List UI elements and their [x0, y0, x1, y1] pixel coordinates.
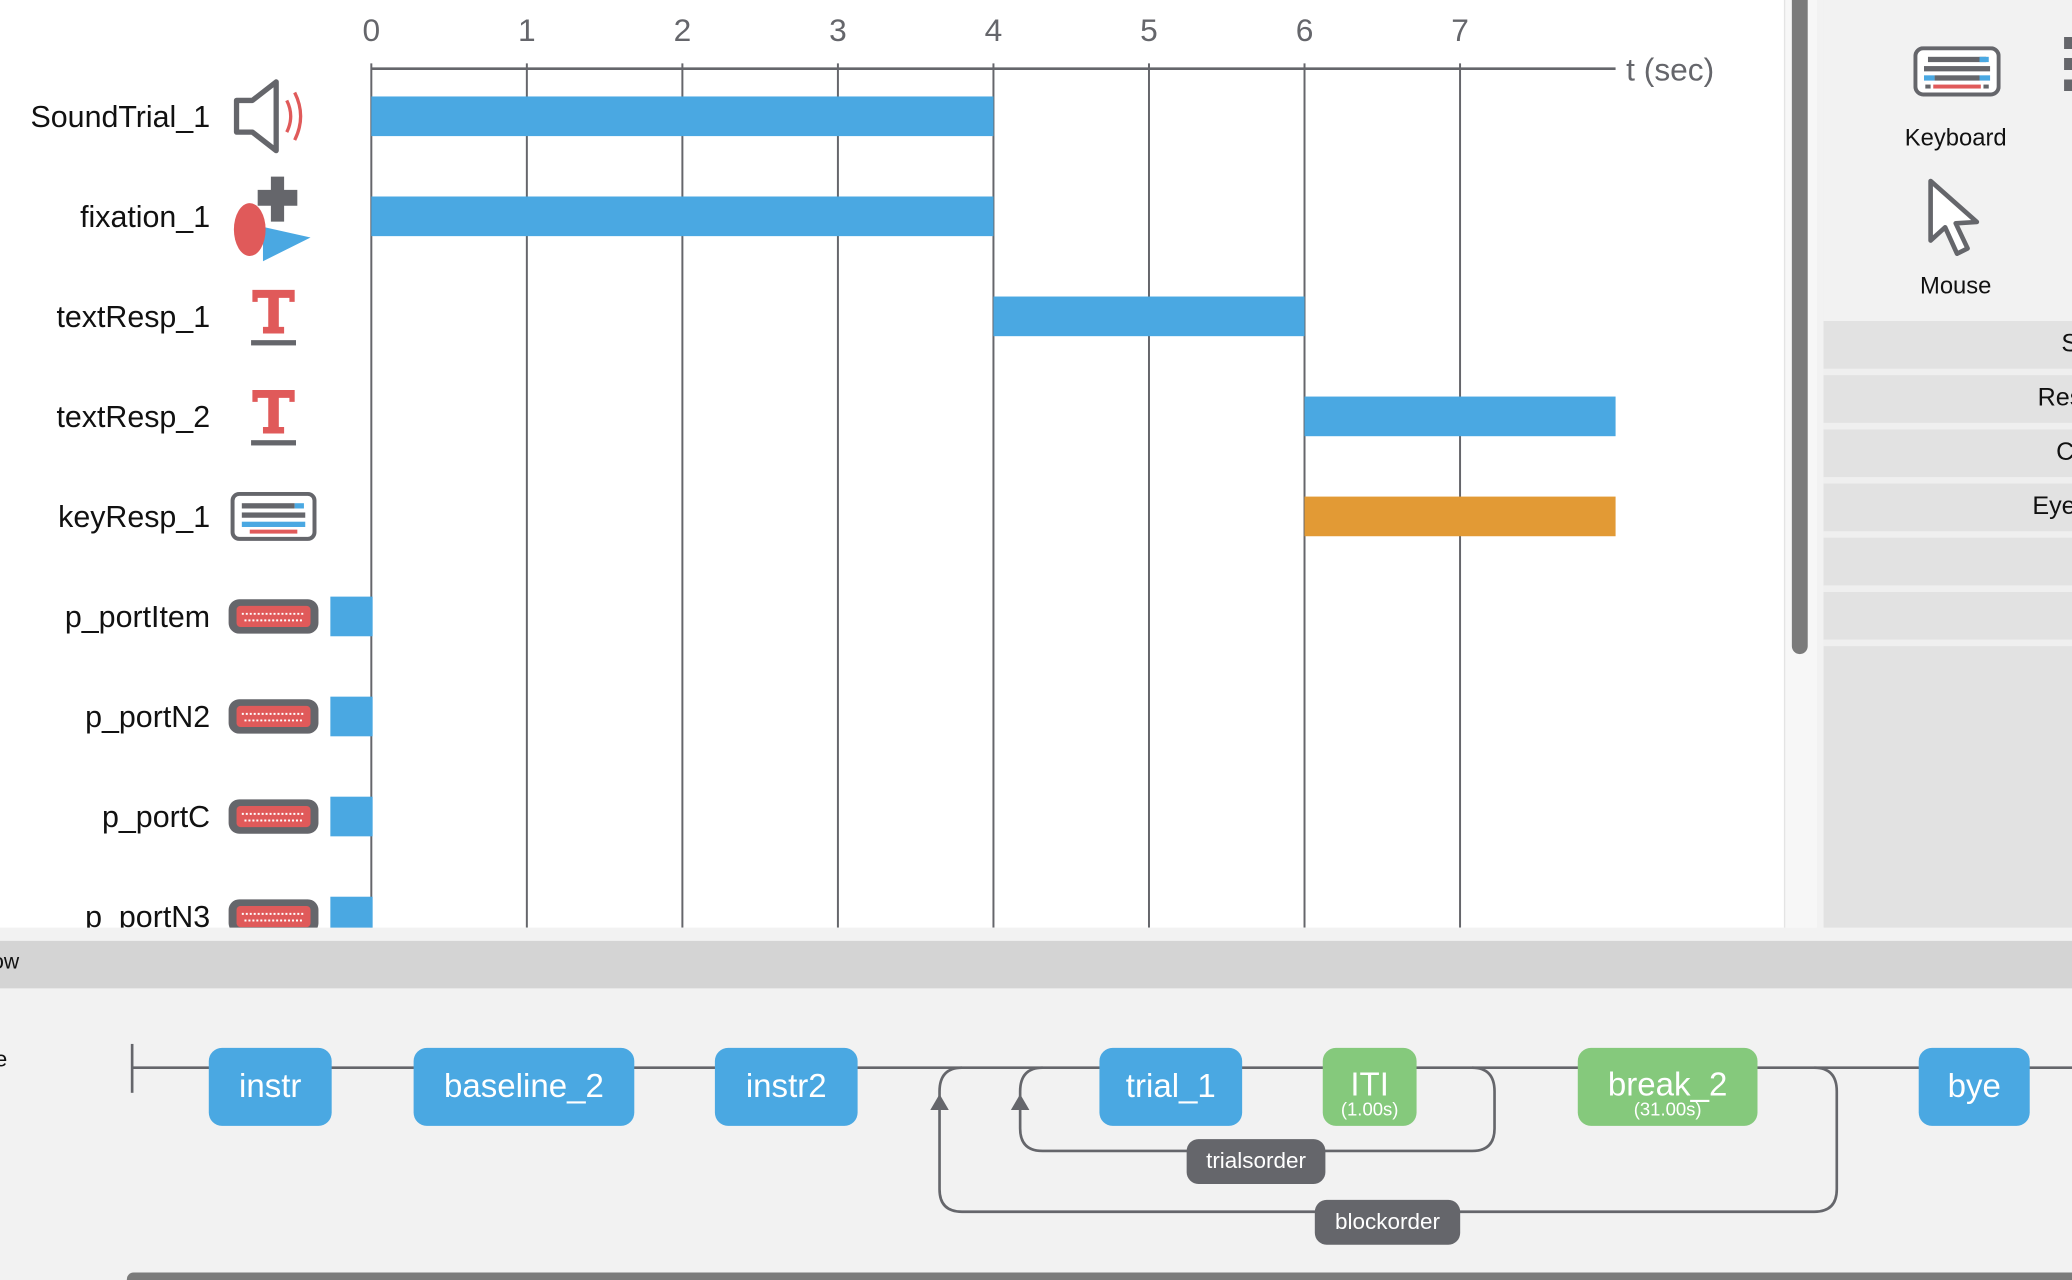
- underline: [251, 440, 297, 446]
- category-eyetracking[interactable]: Eye: [1823, 483, 2072, 538]
- timeline-marker: [330, 796, 373, 837]
- mouse-cursor-icon: [1928, 178, 1980, 257]
- x-tick-label: 7: [1451, 12, 1469, 48]
- category-stimuli[interactable]: S: [1823, 321, 2072, 376]
- flow-routine-trial-1[interactable]: trial_1: [1099, 1047, 1243, 1126]
- timeline-marker: [330, 696, 373, 737]
- port-body: [236, 805, 311, 828]
- timeline-bar: [371, 96, 994, 137]
- flow-panel: e instr baseline_2 instr2 trial_1 ITI(1.…: [0, 988, 2072, 1266]
- loop-arrow-icon: [930, 1094, 949, 1111]
- routine-timeline: 0 1 2 3 4 5 6 7 t (sec) SoundTrial_1 fixation_1tex…: [0, 0, 1784, 928]
- timeline-bar: [1304, 396, 1616, 437]
- speaker-body: [233, 79, 279, 154]
- parallel-port-icon: [228, 799, 319, 834]
- flow-routine-baseline-2[interactable]: baseline_2: [413, 1047, 635, 1126]
- category-responses[interactable]: Res: [1823, 375, 2072, 430]
- port-body: [236, 605, 311, 628]
- kb-keys: [241, 503, 295, 509]
- flow-routine-break-2[interactable]: break_2 (31.00s): [1577, 1047, 1758, 1126]
- timeline-row-label: p_portItem: [65, 600, 210, 634]
- port-body: [236, 705, 311, 728]
- scrollbar-thumb[interactable]: [1791, 0, 1808, 655]
- sound-wave: [293, 91, 303, 141]
- parallel-port-icon: [228, 899, 319, 928]
- x-tick-label: 2: [674, 12, 692, 48]
- kb-keys: [241, 521, 306, 527]
- x-tick-label: 5: [1140, 12, 1158, 48]
- circle: [233, 203, 266, 256]
- timeline-row-label: p_portN3: [85, 900, 210, 928]
- timeline-row-label: keyResp_1: [58, 500, 210, 534]
- port-body: [236, 905, 311, 928]
- timeline-row-label: p_portN2: [85, 700, 210, 734]
- keyboard-label: Keyboard: [1904, 124, 2007, 151]
- timeline-marker: [330, 896, 373, 928]
- timeline-vertical-scrollbar[interactable]: [1783, 0, 1817, 928]
- parallel-port-icon: [228, 599, 319, 634]
- x-axis-label: t (sec): [1626, 52, 1714, 88]
- letter-t: [252, 289, 295, 334]
- speaker-icon: [233, 79, 303, 154]
- keyboard-icon: [230, 491, 317, 541]
- timeline-row-label: textResp_1: [56, 300, 210, 334]
- category-row[interactable]: [1823, 592, 2072, 647]
- mouse-label: Mouse: [1920, 272, 1992, 299]
- text-icon: [251, 289, 297, 346]
- kb-space: [249, 529, 298, 534]
- category-row[interactable]: [1823, 537, 2072, 593]
- kb-keys: [241, 512, 306, 518]
- timeline-row-label: p_portC: [102, 800, 210, 834]
- flow-routine-iti[interactable]: ITI (1.00s): [1322, 1047, 1417, 1126]
- letter-t: [252, 389, 295, 434]
- timeline-bar: [371, 196, 994, 237]
- kb-keys: [294, 503, 304, 509]
- shapes-icon: [233, 176, 311, 262]
- x-tick-label: 4: [985, 12, 1003, 48]
- loop-arrow-icon: [1010, 1094, 1030, 1111]
- timeline-bar: [993, 296, 1305, 337]
- timeline-row-label: SoundTrial_1: [31, 100, 211, 134]
- x-tick-label: 1: [518, 12, 536, 48]
- timeline-chart: 0 1 2 3 4 5 6 7 t (sec) SoundTrial_1 fixation_1tex…: [31, 12, 1714, 928]
- x-tick-label: 6: [1296, 12, 1314, 48]
- text-icon: [251, 389, 297, 446]
- flow-title: ow: [0, 951, 20, 974]
- flow-routine-instr2[interactable]: instr2: [714, 1047, 858, 1126]
- app-window: 0 1 2 3 4 5 6 7 t (sec) SoundTrial_1 fixation_1tex…: [0, 0, 2072, 1280]
- timeline-bar: [1304, 496, 1616, 537]
- flow-routine-instr[interactable]: instr: [208, 1047, 332, 1126]
- flow-lines: [130, 1043, 2072, 1214]
- sound-wave: [285, 99, 293, 133]
- responses-section: Keyboard Mouse: [1823, 0, 2072, 322]
- flow-panel-header: ow: [0, 940, 2072, 989]
- parallel-port-icon: [228, 699, 319, 734]
- x-tick-label: 0: [363, 12, 381, 48]
- loop-blockorder[interactable]: blockorder: [1314, 1199, 1461, 1245]
- category-custom[interactable]: C: [1823, 429, 2072, 484]
- loop-trialsorder[interactable]: trialsorder: [1186, 1139, 1326, 1185]
- partial-component-icon[interactable]: [2064, 37, 2072, 101]
- timeline-row-label: fixation_1: [80, 200, 210, 234]
- timeline-marker: [330, 596, 373, 637]
- flow-horizontal-scrollbar[interactable]: [126, 1272, 2072, 1280]
- components-panel: Keyboard Mouse S Res C Eye: [1823, 0, 2072, 928]
- x-tick-label: 3: [829, 12, 847, 48]
- cross: [257, 176, 298, 222]
- keyboard-icon: [1913, 46, 2001, 97]
- triangle: [262, 226, 311, 262]
- underline: [251, 340, 297, 346]
- flow-routine-bye[interactable]: bye: [1918, 1047, 2030, 1126]
- timeline-row-label: textResp_2: [56, 400, 210, 434]
